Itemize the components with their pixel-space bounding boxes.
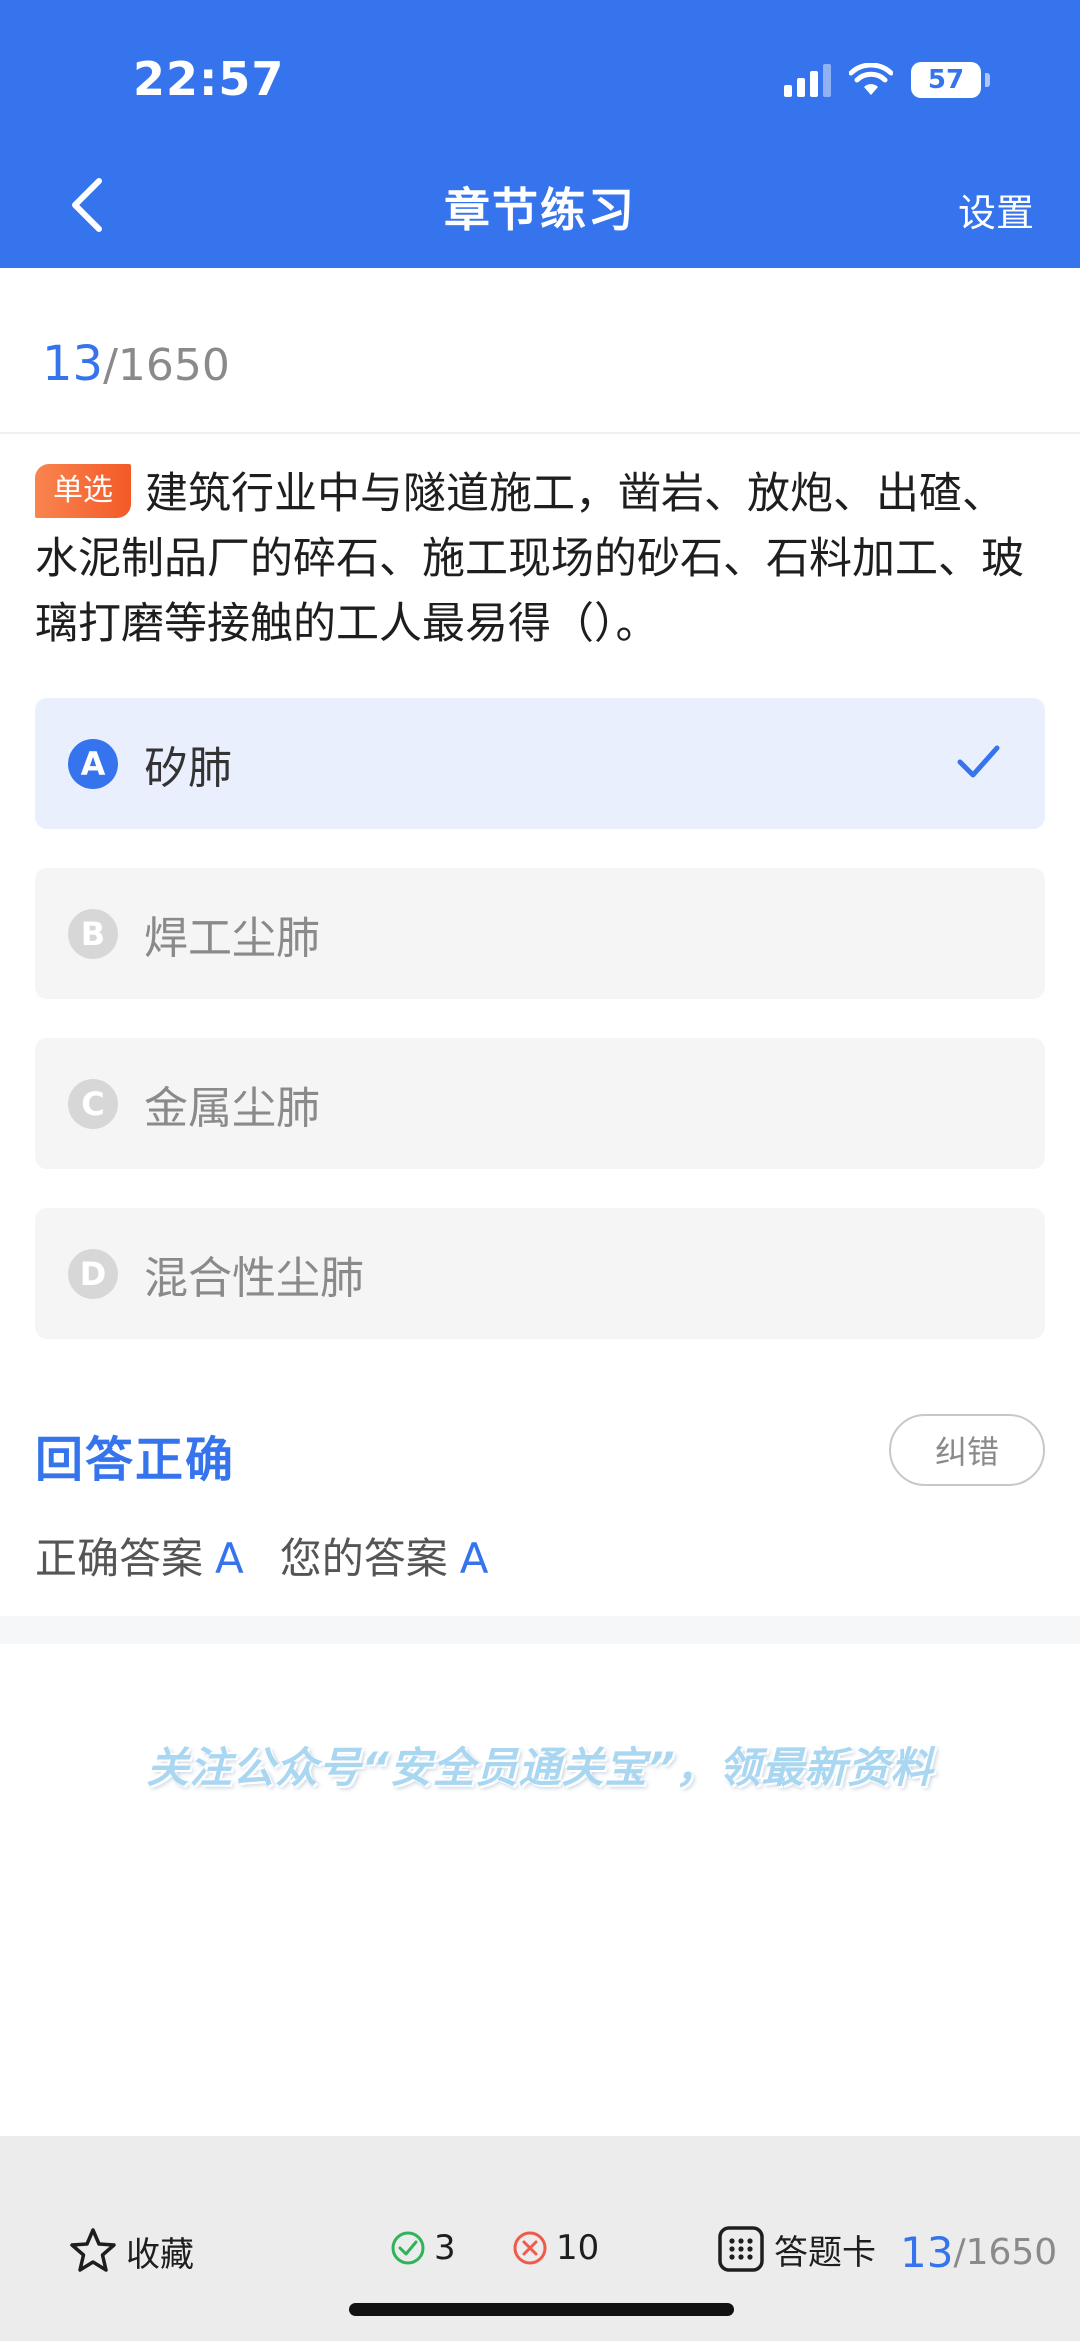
check-icon — [957, 745, 1000, 778]
section-separator — [0, 1616, 1080, 1644]
option-text: 矽肺 — [144, 742, 232, 794]
grid-icon — [718, 2226, 764, 2272]
page-title: 章节练习 — [444, 183, 636, 237]
option-c[interactable]: C 金属尘肺 — [35, 1038, 1045, 1169]
cross-circle-icon — [513, 2231, 547, 2265]
status-time: 22:57 — [133, 52, 285, 106]
correct-answer-value: A — [215, 1534, 244, 1583]
answer-summary: 正确答案 A 您的答案 A — [35, 1525, 525, 1586]
wrong-count-value: 10 — [556, 2228, 600, 2268]
divider — [0, 432, 1080, 434]
wrong-count: 10 — [512, 2228, 599, 2268]
star-icon — [70, 2228, 116, 2272]
question-text: 建筑行业中与隧道施工，凿岩、放炮、出碴、水泥制品厂的碎石、施工现场的砂石、石料加… — [35, 469, 1024, 649]
option-d[interactable]: D 混合性尘肺 — [35, 1208, 1045, 1339]
your-answer-label: 您的答案 — [279, 1534, 448, 1583]
answer-card-label: 答题卡 — [774, 2232, 876, 2273]
options-list: A 矽肺 B 焊工尘肺 C 金属尘肺 D 混合性尘肺 — [35, 698, 1045, 1378]
answer-card-button[interactable]: 答题卡 — [716, 2224, 876, 2274]
bottom-progress: 13/1650 — [900, 2228, 1057, 2277]
option-text: 焊工尘肺 — [144, 912, 320, 964]
cellular-signal-icon — [784, 63, 831, 97]
option-letter: C — [68, 1078, 118, 1129]
option-letter: D — [68, 1248, 118, 1299]
result-title: 回答正确 — [35, 1432, 236, 1488]
question-type-badge: 单选 — [35, 463, 131, 518]
option-text: 金属尘肺 — [144, 1082, 320, 1134]
settings-button[interactable]: 设置 — [958, 182, 1034, 237]
report-error-button[interactable]: 纠错 — [889, 1414, 1045, 1486]
progress-current: 13 — [42, 336, 104, 392]
correct-count: 3 — [390, 2228, 456, 2268]
option-text: 混合性尘肺 — [144, 1252, 364, 1304]
practice-screen: 22:57 57 章节练习 设置 13/1650 单选 建筑行业中与隧道施工，凿… — [0, 0, 1080, 2341]
correct-count-value: 3 — [434, 2228, 456, 2268]
check-circle-icon — [391, 2231, 425, 2265]
home-indicator[interactable] — [349, 2303, 734, 2316]
bottom-progress-total: /1650 — [953, 2232, 1058, 2273]
favorite-label: 收藏 — [126, 2234, 194, 2275]
status-icons: 57 — [784, 58, 990, 102]
header: 22:57 57 章节练习 设置 — [0, 0, 1080, 268]
wifi-icon — [849, 63, 893, 95]
option-b[interactable]: B 焊工尘肺 — [35, 868, 1045, 999]
your-answer-value: A — [459, 1534, 489, 1583]
question-stem: 单选 建筑行业中与隧道施工，凿岩、放炮、出碴、水泥制品厂的碎石、施工现场的砂石、石… — [35, 462, 1045, 657]
option-letter: B — [68, 908, 118, 959]
promo-banner[interactable]: 关注公众号“安全员通关宝”，领最新资料 — [0, 1734, 1080, 1795]
option-letter: A — [68, 738, 118, 789]
progress-total: /1650 — [103, 340, 230, 391]
battery-cap — [985, 73, 990, 87]
favorite-button[interactable]: 收藏 — [68, 2226, 194, 2276]
battery-level: 57 — [927, 65, 965, 95]
bottom-progress-current: 13 — [900, 2228, 954, 2277]
battery-icon: 57 — [911, 62, 981, 98]
question-progress: 13/1650 — [42, 336, 230, 392]
option-a[interactable]: A 矽肺 — [35, 698, 1045, 829]
correct-answer-label: 正确答案 — [35, 1534, 204, 1583]
